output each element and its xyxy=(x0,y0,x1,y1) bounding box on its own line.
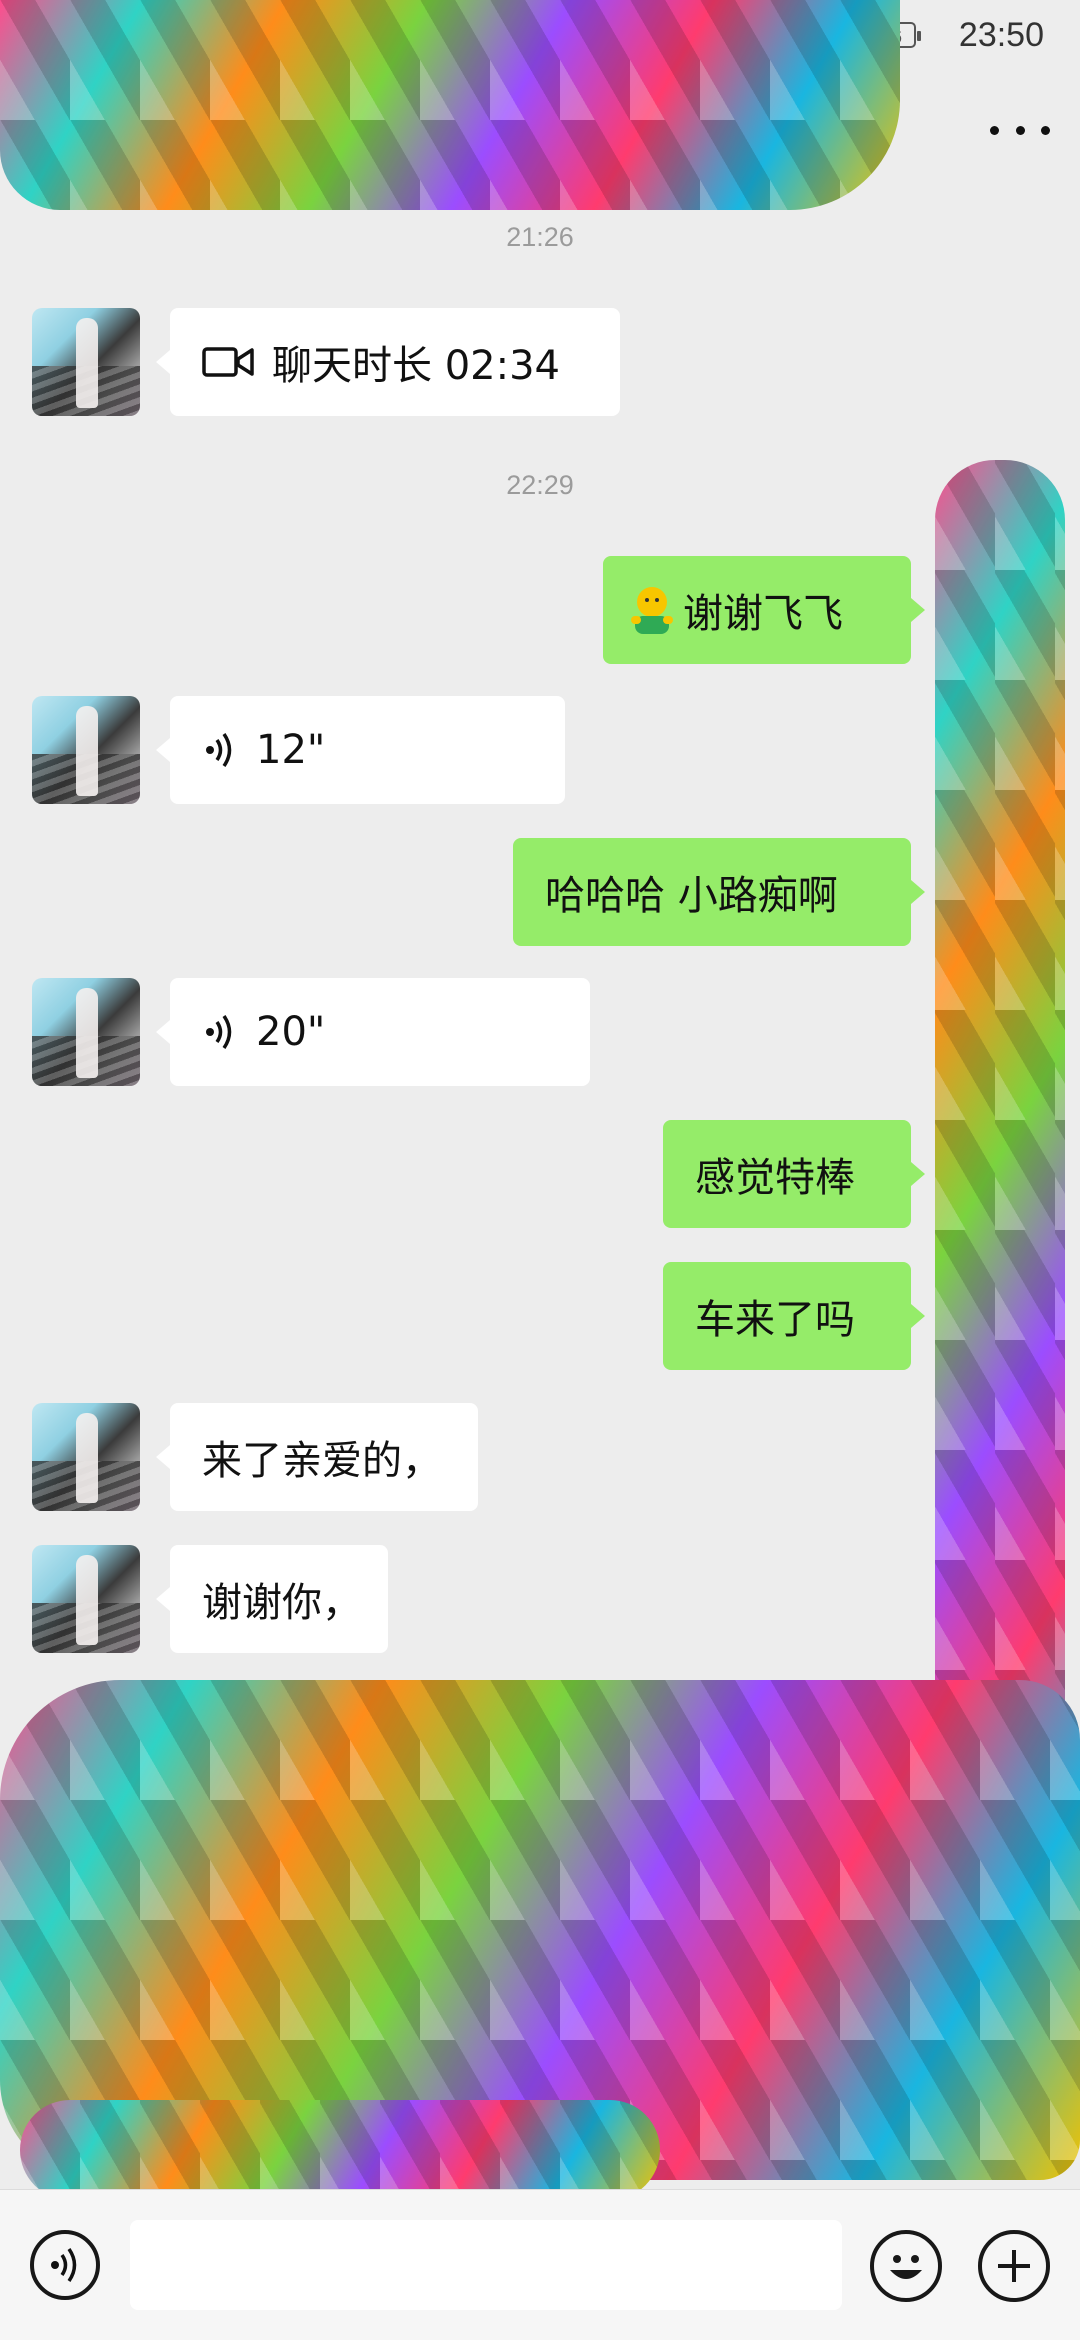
avatar[interactable] xyxy=(32,308,140,416)
emoji-icon[interactable] xyxy=(870,2230,942,2302)
avatar[interactable] xyxy=(32,696,140,804)
message-text: 感觉特棒 xyxy=(695,1155,855,1201)
message-text: 车来了吗 xyxy=(695,1297,855,1343)
message-text: 哈哈哈 小路痴啊 xyxy=(545,873,838,919)
voice-message-bubble[interactable]: 20" xyxy=(156,978,590,1086)
message-text: 谢谢飞飞 xyxy=(683,591,843,637)
avatar[interactable] xyxy=(32,978,140,1086)
status-time: 23:50 xyxy=(958,16,1044,54)
voice-wave-icon xyxy=(202,730,238,770)
plus-icon[interactable] xyxy=(978,2230,1050,2302)
message-bubble-received[interactable]: 来了亲爱的， xyxy=(156,1403,478,1511)
voice-duration: 20" xyxy=(256,1009,326,1055)
message-bubble-sent[interactable]: 感觉特棒 xyxy=(663,1120,925,1228)
avatar[interactable] xyxy=(32,1403,140,1511)
video-call-duration: 聊天时长 02:34 xyxy=(272,343,560,389)
timestamp: 21:26 xyxy=(506,222,574,252)
voice-wave-icon xyxy=(202,1012,238,1052)
emoji-face-icon xyxy=(627,584,677,636)
voice-toggle-icon[interactable] xyxy=(30,2230,100,2300)
voice-duration: 12" xyxy=(256,727,326,773)
message-bubble-received[interactable]: 谢谢你， xyxy=(156,1545,388,1653)
redaction-scribble-bottom-2 xyxy=(20,2100,660,2200)
message-bubble-sent[interactable]: 谢谢飞飞 xyxy=(603,556,925,664)
message-bubble-sent[interactable]: 哈哈哈 小路痴啊 xyxy=(513,838,925,946)
timestamp: 22:29 xyxy=(506,470,574,500)
video-camera-icon xyxy=(202,345,254,379)
voice-message-bubble[interactable]: 12" xyxy=(156,696,565,804)
message-bubble-sent[interactable]: 车来了吗 xyxy=(663,1262,925,1370)
more-dots-icon[interactable] xyxy=(990,110,1050,150)
message-text: 谢谢你， xyxy=(202,1580,362,1626)
redaction-scribble-header xyxy=(0,0,900,210)
avatar[interactable] xyxy=(32,1545,140,1653)
message-input[interactable] xyxy=(130,2220,842,2310)
input-bar xyxy=(0,2189,1080,2340)
video-call-bubble[interactable]: 聊天时长 02:34 xyxy=(156,308,620,416)
message-text: 来了亲爱的， xyxy=(202,1438,442,1484)
